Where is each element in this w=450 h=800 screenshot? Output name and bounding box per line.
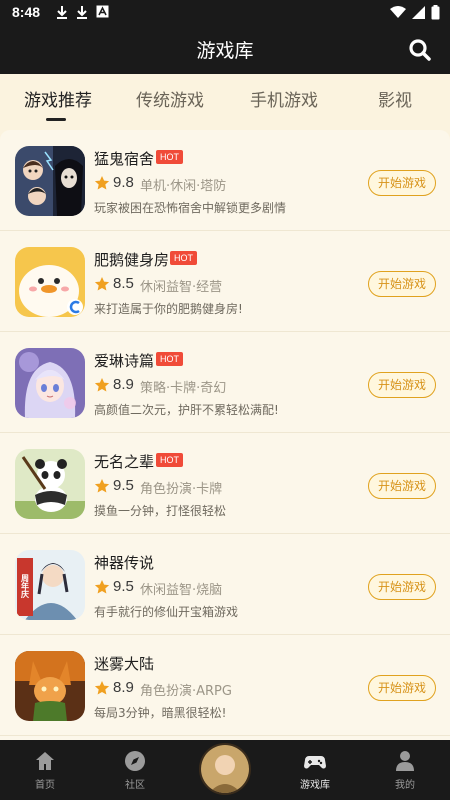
panda-icon [15,449,85,519]
game-description: 玩家被困在恐怖宿舍中解锁更多剧情 [94,201,287,215]
status-bar: 8:48 [0,0,450,26]
game-row[interactable]: 无名之辈 HOT 9.5 角色扮演·卡牌 摸鱼一分钟，打怪很轻松 开始游戏 [0,433,450,534]
gamepad-icon [304,756,326,769]
page-title: 游戏库 [196,40,254,62]
star-icon [94,378,110,392]
game-score: 9.8 [113,174,134,191]
tab-traditional-games[interactable]: 传统游戏 [136,86,204,111]
anniversary-badge: 周年庆 [21,574,30,599]
user-icon [396,751,414,771]
category-tabs: 游戏推荐 传统游戏 手机游戏 影视 [0,74,450,126]
nav-game-library[interactable]: 游戏库 [270,740,360,800]
game-score: 9.5 [113,578,134,595]
game-tags: 单机·休闲·塔防 [140,179,227,194]
tab-mobile-games[interactable]: 手机游戏 [250,86,318,111]
game-tags: 角色扮演·ARPG [140,684,232,699]
game-tags: 休闲益智·烧脑 [140,583,223,598]
hot-badge: HOT [156,150,183,164]
nav-community[interactable]: 社区 [90,740,180,800]
game-tags: 休闲益智·经营 [140,280,223,295]
game-name: 猛鬼宿舍 [94,150,155,168]
status-time: 8:48 [12,4,41,20]
wifi-icon [390,6,406,18]
start-game-button[interactable]: 开始游戏 [368,372,436,398]
game-description: 高颜值二次元，护肝不累轻松满配! [94,403,279,417]
ghost-dorm-icon [15,146,85,216]
game-list: 猛鬼宿舍 HOT 9.8 单机·休闲·塔防 玩家被困在恐怖宿舍中解锁更多剧情 开… [0,130,450,740]
compass-icon [125,751,145,771]
tab-recommended[interactable]: 游戏推荐 [24,86,92,111]
cultivator-icon: 周年庆 [15,550,85,620]
battery-icon [431,5,440,20]
star-icon [94,580,110,594]
game-row[interactable]: 周年庆 神器传说 9.5 休闲益智·烧脑 有手就行的修仙开宝箱游戏 开始游戏 [0,534,450,635]
start-game-button[interactable]: 开始游戏 [368,675,436,701]
goose-gym-icon [15,247,85,317]
start-game-button[interactable]: 开始游戏 [368,271,436,297]
nav-label: 我的 [395,780,415,791]
star-icon [94,277,110,291]
game-description: 每局3分钟，暗黑很轻松! [94,706,227,720]
game-row[interactable]: 肥鹅健身房 HOT 8.5 休闲益智·经营 来打造属于你的肥鹅健身房! 开始游戏 [0,231,450,332]
game-description: 来打造属于你的肥鹅健身房! [94,302,243,316]
nav-profile[interactable]: 我的 [360,740,450,800]
download-icon [57,6,67,19]
game-name: 肥鹅健身房 [94,251,170,269]
star-icon [94,479,110,493]
top-app-bar: 游戏库 [0,26,450,74]
game-description: 有手就行的修仙开宝箱游戏 [94,605,239,619]
font-icon [96,5,109,18]
game-row[interactable]: 爱琳诗篇 HOT 8.9 策略·卡牌·奇幻 高颜值二次元，护肝不累轻松满配! 开… [0,332,450,433]
game-row[interactable]: 猛鬼宿舍 HOT 9.8 单机·休闲·塔防 玩家被困在恐怖宿舍中解锁更多剧情 开… [0,130,450,231]
game-description: 摸鱼一分钟，打怪很轻松 [94,504,227,518]
system-icons [390,5,440,20]
tab-indicator [46,118,66,121]
hot-badge: HOT [156,453,183,467]
game-row[interactable]: 迷雾大陆 8.9 角色扮演·ARPG 每局3分钟，暗黑很轻松! 开始游戏 [0,635,450,736]
hot-badge: HOT [156,352,183,366]
game-name: 迷雾大陆 [94,655,155,673]
start-game-button[interactable]: 开始游戏 [368,170,436,196]
star-icon [94,176,110,190]
notification-icons [56,5,109,19]
fox-warrior-icon [15,651,85,721]
game-name: 神器传说 [94,554,155,572]
start-game-button[interactable]: 开始游戏 [368,574,436,600]
game-score: 8.5 [113,275,134,292]
hot-badge: HOT [170,251,197,265]
game-name: 爱琳诗篇 [94,352,155,370]
nav-label: 游戏库 [300,780,330,791]
star-icon [94,681,110,695]
nav-label: 社区 [125,780,145,791]
game-tags: 角色扮演·卡牌 [140,482,223,497]
game-score: 8.9 [113,679,134,696]
avatar[interactable] [199,743,251,795]
search-icon[interactable] [408,38,432,62]
game-score: 9.5 [113,477,134,494]
tab-videos[interactable]: 影视 [378,86,412,111]
game-tags: 策略·卡牌·奇幻 [140,381,227,396]
game-name: 无名之辈 [94,453,155,471]
download-icon [77,6,87,19]
start-game-button[interactable]: 开始游戏 [368,473,436,499]
nav-home[interactable]: 首页 [0,740,90,800]
signal-icon [412,6,425,19]
home-icon [36,752,54,770]
bottom-nav: 首页 社区 游戏库 我的 [0,740,450,800]
game-score: 8.9 [113,376,134,393]
anime-girl-icon [15,348,85,418]
nav-label: 首页 [35,780,55,791]
